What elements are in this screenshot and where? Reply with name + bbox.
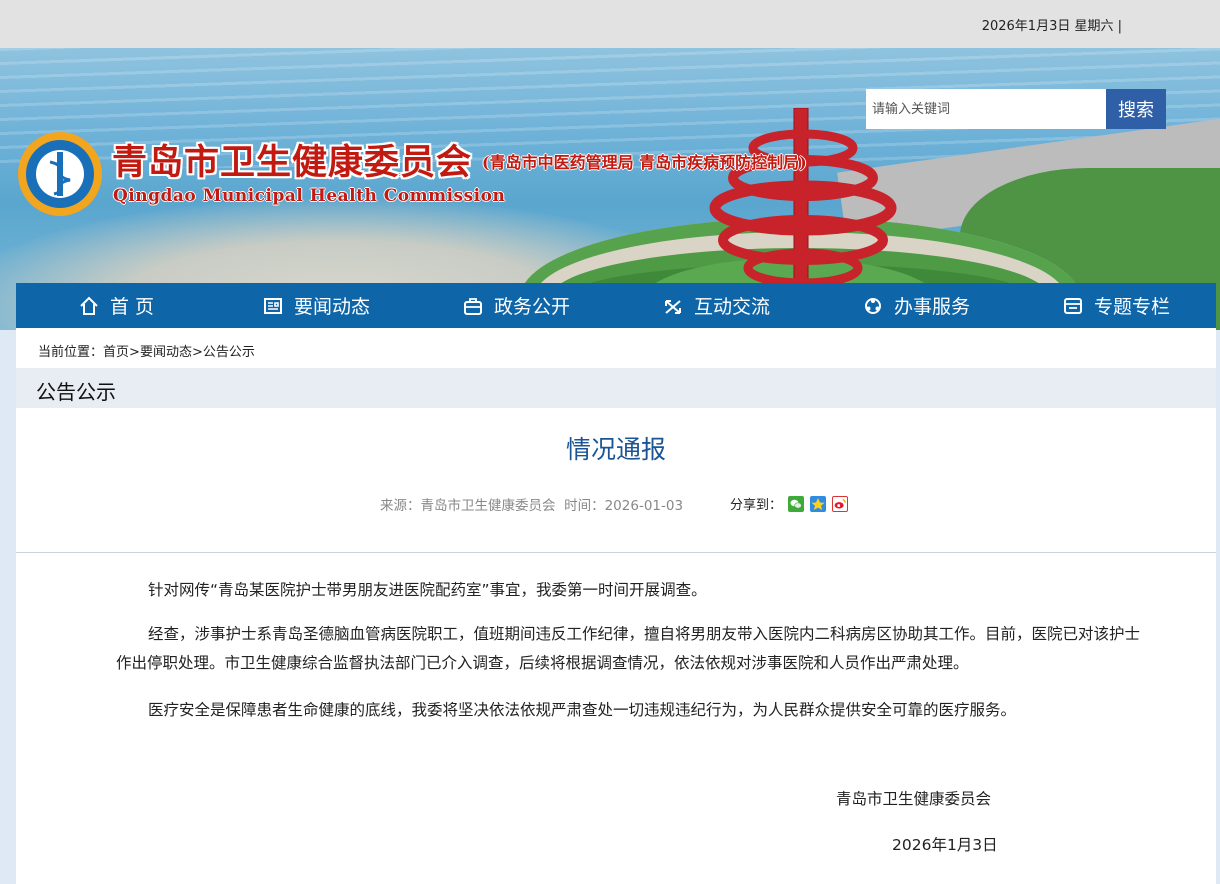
search-input[interactable] [866, 89, 1106, 129]
top-bar: 2026年1月3日 星期六 | [0, 0, 1220, 48]
nav-item-label: 办事服务 [893, 296, 970, 318]
site-subtitle: (青岛市中医药管理局 青岛市疾病预防控制局) [482, 153, 807, 172]
article-meta: 来源：青岛市卫生健康委员会 时间：2026-01-03 [380, 498, 684, 514]
article-paragraph: 医疗安全是保障患者生命健康的底线，我委将坚决依法依规严肃查处一切违规违纪行为，为… [148, 701, 1017, 719]
exchange-icon [664, 299, 681, 314]
nav-item-services[interactable]: 办事服务 [816, 283, 1016, 328]
nav-item-label: 专题专栏 [1093, 296, 1170, 318]
nav-item-label: 要闻动态 [293, 296, 370, 318]
breadcrumb-home-link[interactable]: 首页 [103, 345, 129, 360]
column-icon [1063, 297, 1082, 314]
nav-item-interaction[interactable]: 互动交流 [616, 283, 816, 328]
search-button[interactable]: 搜索 [1106, 89, 1166, 129]
weibo-icon[interactable] [832, 495, 849, 512]
divider [16, 552, 1216, 553]
site-english-title: Qingdao Municipal Health Commission [113, 186, 506, 206]
home-icon [80, 296, 98, 315]
service-icon [864, 297, 881, 314]
search-box: 搜索 [866, 89, 1166, 129]
qzone-icon[interactable] [810, 495, 827, 512]
section-header: 公告公示 [16, 368, 1216, 408]
article-signature-date: 2026年1月3日 [892, 836, 998, 854]
nav-item-label: 首 页 [109, 296, 155, 318]
health-commission-logo [18, 132, 102, 216]
breadcrumb: 当前位置：首页>要闻动态>公告公示 [38, 345, 255, 360]
article-paragraph: 针对网传“青岛某医院护士带男朋友进医院配药室”事宜，我委第一时间开展调查。 [148, 581, 707, 599]
nav-item-government[interactable]: 政务公开 [416, 283, 616, 328]
section-title: 公告公示 [36, 380, 116, 404]
share-bar: 分享到： [730, 494, 849, 513]
nav-item-news[interactable]: 要闻动态 [216, 283, 416, 328]
current-date: 2026年1月3日 星期六 | [981, 19, 1122, 34]
nav-item-label: 互动交流 [693, 296, 770, 318]
article-signature: 青岛市卫生健康委员会 [836, 790, 992, 808]
breadcrumb-news-link[interactable]: 要闻动态 [140, 345, 192, 360]
content-panel: 当前位置：首页>要闻动态>公告公示 公告公示 情况通报 来源：青岛市卫生健康委员… [16, 328, 1216, 884]
article-title: 情况通报 [565, 435, 666, 464]
site-title: 青岛市卫生健康委员会 [112, 142, 473, 183]
article-time: 2026-01-03 [604, 498, 684, 514]
breadcrumb-notice-link[interactable]: 公告公示 [203, 345, 255, 360]
article-paragraph: 经查，涉事护士系青岛圣德脑血管病医院职工，值班期间违反工作纪律，擅自将男朋友带入… [116, 625, 1141, 672]
nav-item-home[interactable]: 首 页 [16, 283, 216, 328]
news-icon [263, 297, 282, 314]
main-nav: 首 页 要闻动态 政务公开 互动交流 办事服务 专题专栏 [16, 283, 1216, 328]
article-source: 青岛市卫生健康委员会 [420, 498, 556, 514]
share-label: 分享到： [730, 498, 783, 513]
breadcrumb-prefix: 当前位置： [38, 345, 104, 360]
nav-item-topics[interactable]: 专题专栏 [1016, 283, 1216, 328]
nav-item-label: 政务公开 [493, 296, 570, 318]
briefcase-icon [463, 297, 482, 315]
wechat-icon[interactable] [788, 495, 805, 512]
